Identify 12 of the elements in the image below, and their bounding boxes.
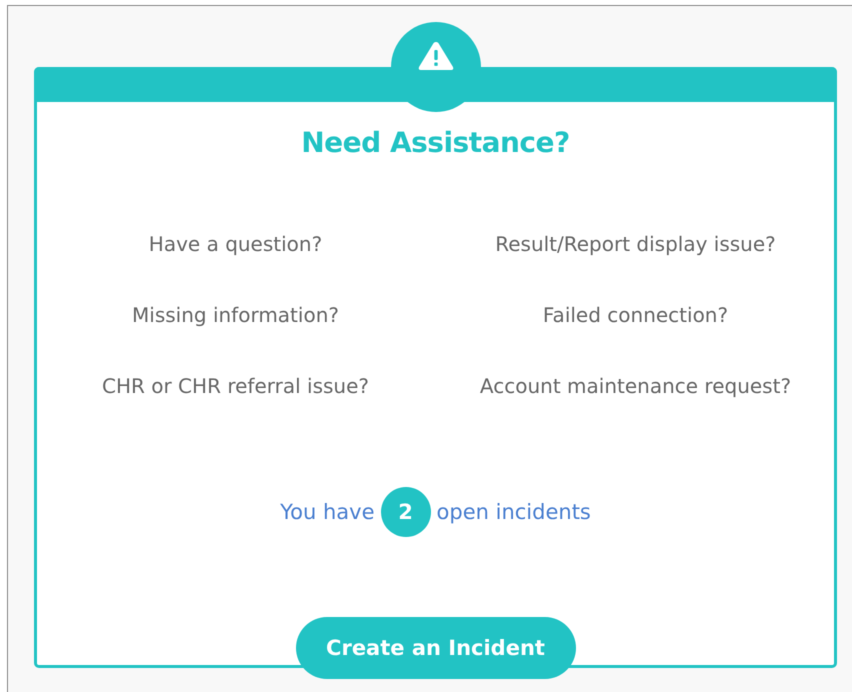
question-text: Result/Report display issue?: [495, 231, 776, 257]
question-text: CHR or CHR referral issue?: [102, 373, 370, 399]
question-text: Failed connection?: [542, 302, 728, 328]
question-text: Missing information?: [132, 302, 339, 328]
incidents-link[interactable]: open incidents: [436, 500, 591, 524]
question-text: Account maintenance request?: [480, 373, 792, 399]
card-title: Need Assistance?: [301, 126, 570, 159]
incident-count-badge: 2: [380, 487, 431, 537]
warning-icon: [416, 40, 454, 72]
incidents-link[interactable]: You have: [280, 500, 375, 524]
create-incident-button[interactable]: Create an Incident: [296, 617, 576, 679]
question-text: Have a question?: [148, 231, 322, 257]
